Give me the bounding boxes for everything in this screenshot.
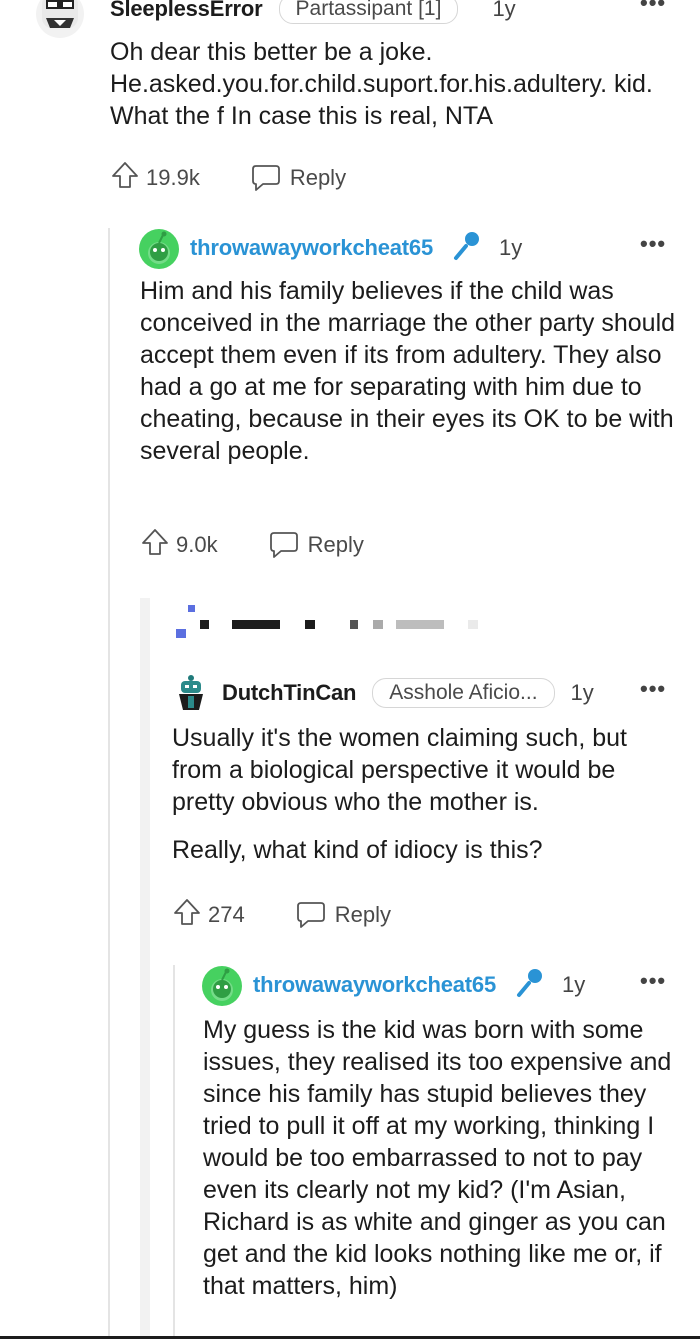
comment-body: Oh dear this better be a joke. He.asked.…	[110, 36, 680, 132]
redacted-content	[170, 602, 490, 642]
comment-age: 1y	[562, 972, 586, 997]
user-flair: Partassipant [1]	[278, 0, 459, 24]
user-avatar[interactable]	[36, 0, 84, 38]
comment-op-reply-2: throwawayworkcheat65 1y ••• My guess is …	[0, 962, 700, 1339]
microphone-icon	[451, 229, 485, 268]
more-options-icon[interactable]: •••	[640, 231, 666, 257]
reply-bubble-icon	[296, 902, 325, 928]
more-options-icon[interactable]: •••	[640, 0, 666, 16]
comment-age: 1y	[492, 0, 516, 21]
upvote-arrow-icon[interactable]	[172, 897, 202, 933]
user-avatar[interactable]	[202, 966, 242, 1006]
comment-dutchtincan: DutchTinCan Asshole Aficio... 1y ••• Usu…	[0, 668, 700, 938]
comment-age: 1y	[570, 680, 594, 705]
microphone-icon	[514, 966, 548, 1005]
reply-label: Reply	[307, 532, 364, 557]
vote-count: 19.9k	[146, 165, 200, 190]
username[interactable]: SleeplessError	[110, 0, 263, 22]
comment-paragraph: Him and his family believes if the child…	[140, 277, 676, 465]
username[interactable]: throwawayworkcheat65	[190, 235, 433, 261]
upvote-arrow-icon[interactable]	[140, 527, 170, 563]
comment-op-reply-1: throwawayworkcheat65 1y ••• Him and his …	[0, 225, 700, 565]
user-avatar[interactable]	[173, 672, 209, 712]
reply-bubble-icon	[251, 165, 280, 191]
comment-age: 1y	[499, 235, 523, 260]
more-options-icon[interactable]: •••	[640, 968, 666, 994]
vote-count: 274	[208, 902, 245, 927]
comment-body: Usually it's the women claiming such, bu…	[172, 722, 682, 866]
comment-actions: 9.0k Reply	[140, 527, 364, 563]
reply-button[interactable]: Reply	[250, 163, 346, 193]
comment-sleeplesserror: SleeplessError Partassipant [1] 1y ••• O…	[0, 0, 700, 210]
username[interactable]: DutchTinCan	[222, 680, 356, 706]
comment-actions: 274 Reply	[172, 897, 391, 933]
comment-paragraph: Oh dear this better be a joke. He.asked.…	[110, 38, 653, 130]
comment-paragraph: My guess is the kid was born with some i…	[203, 1016, 672, 1300]
reply-label: Reply	[289, 165, 347, 190]
user-avatar[interactable]	[139, 229, 179, 269]
user-flair: Asshole Aficio...	[372, 678, 555, 708]
more-options-icon[interactable]: •••	[640, 676, 666, 702]
reply-label: Reply	[334, 902, 391, 927]
reply-bubble-icon	[269, 532, 298, 558]
comment-body: My guess is the kid was born with some i…	[203, 1014, 673, 1302]
comment-paragraph: Usually it's the women claiming such, bu…	[172, 724, 627, 816]
username[interactable]: throwawayworkcheat65	[253, 972, 496, 998]
reply-button[interactable]: Reply	[268, 530, 364, 560]
vote-count: 9.0k	[176, 532, 218, 557]
reply-button[interactable]: Reply	[295, 900, 391, 930]
comment-body: Him and his family believes if the child…	[140, 275, 680, 467]
upvote-arrow-icon[interactable]	[110, 160, 140, 196]
comment-actions: 19.9k Reply	[110, 160, 346, 196]
comment-paragraph: Really, what kind of idiocy is this?	[172, 836, 543, 864]
